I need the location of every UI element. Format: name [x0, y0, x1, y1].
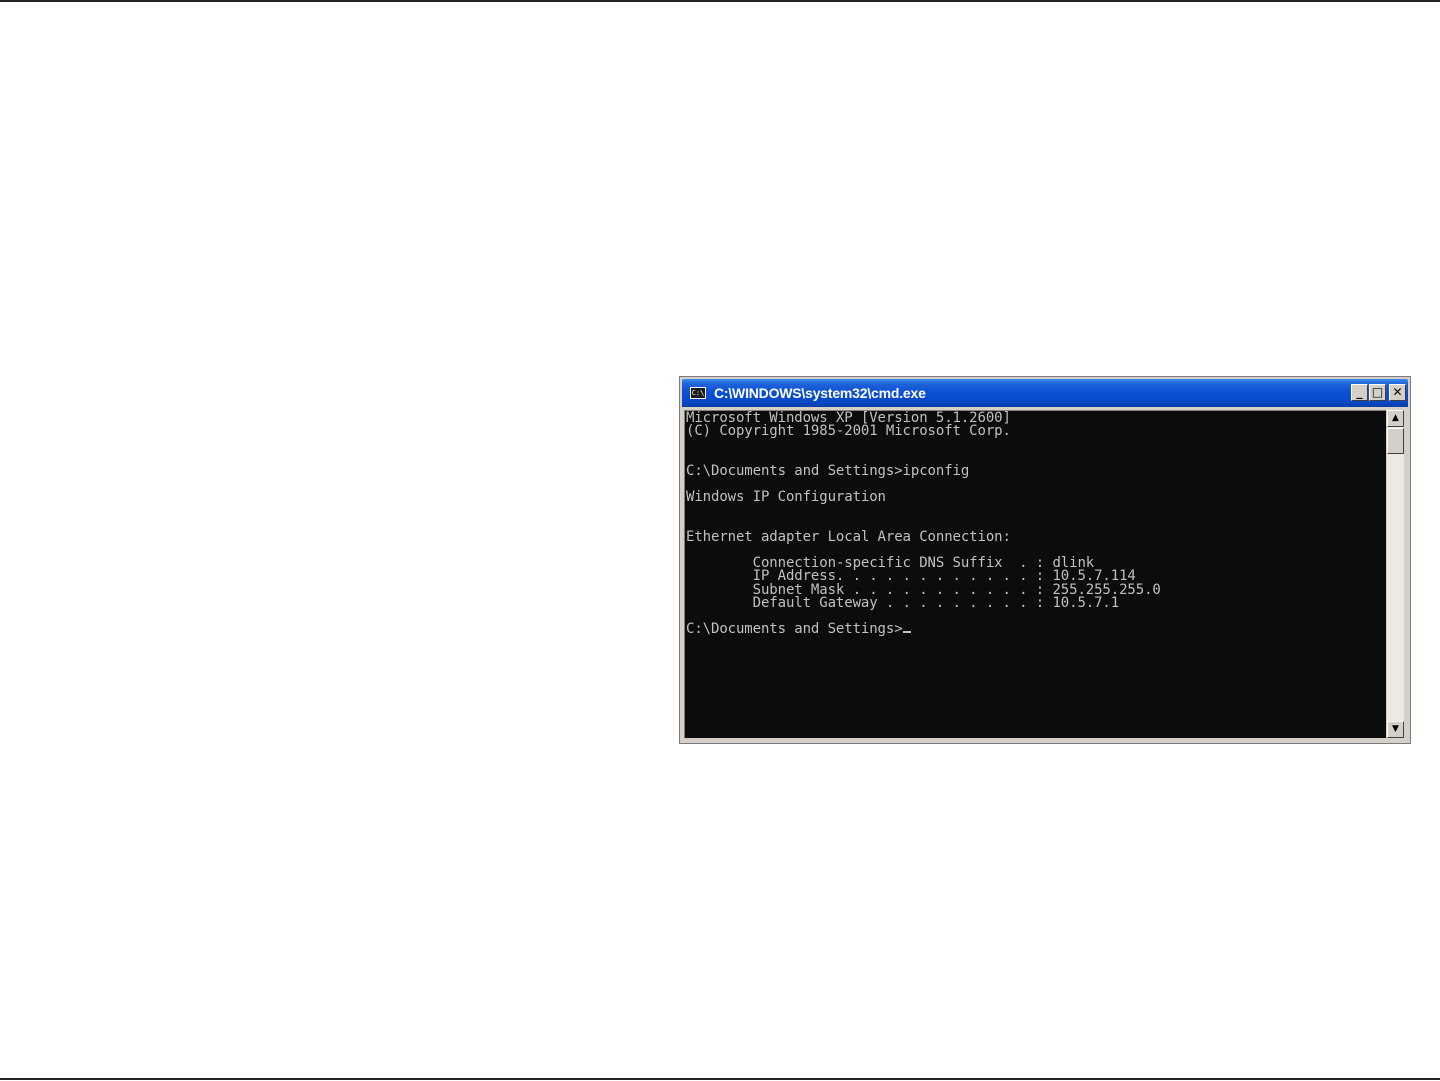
scroll-thumb[interactable] — [1387, 428, 1404, 454]
console-line: C:\Documents and Settings>ipconfig — [686, 462, 970, 479]
scroll-up-button[interactable]: ▲ — [1387, 410, 1404, 427]
scroll-down-button[interactable]: ▼ — [1387, 721, 1404, 738]
console-output[interactable]: Microsoft Windows XP [Version 5.1.2600] … — [684, 410, 1386, 738]
maximize-button[interactable]: □ — [1369, 384, 1386, 401]
top-page-rule — [0, 0, 1440, 2]
close-icon: ✕ — [1392, 385, 1403, 399]
minimize-icon: _ — [1356, 385, 1363, 399]
vertical-scrollbar[interactable]: ▲ ▼ — [1386, 410, 1404, 738]
maximize-icon: □ — [1371, 385, 1384, 399]
arrow-up-icon: ▲ — [1392, 413, 1399, 423]
window-title: C:\WINDOWS\system32\cmd.exe — [714, 385, 926, 401]
cmd-window[interactable]: C:\ C:\WINDOWS\system32\cmd.exe _ □ ✕ Mi… — [679, 376, 1411, 744]
arrow-down-icon: ▼ — [1392, 724, 1399, 734]
console-line: (C) Copyright 1985-2001 Microsoft Corp. — [686, 423, 1011, 440]
bottom-page-rule — [0, 1078, 1440, 1080]
console-line: C:\Documents and Settings> — [686, 621, 903, 638]
console-line: Ethernet adapter Local Area Connection: — [686, 528, 1011, 545]
console-line: Default Gateway . . . . . . . . . : 10.5… — [686, 594, 1120, 611]
minimize-button[interactable]: _ — [1351, 384, 1368, 401]
cmd-console-icon[interactable]: C:\ — [690, 387, 706, 399]
text-cursor — [902, 631, 911, 634]
console-line: Windows IP Configuration — [686, 489, 886, 506]
console-text: Microsoft Windows XP [Version 5.1.2600] … — [685, 411, 1386, 636]
close-button[interactable]: ✕ — [1389, 384, 1406, 401]
window-titlebar[interactable]: C:\ C:\WINDOWS\system32\cmd.exe _ □ ✕ — [682, 379, 1408, 407]
